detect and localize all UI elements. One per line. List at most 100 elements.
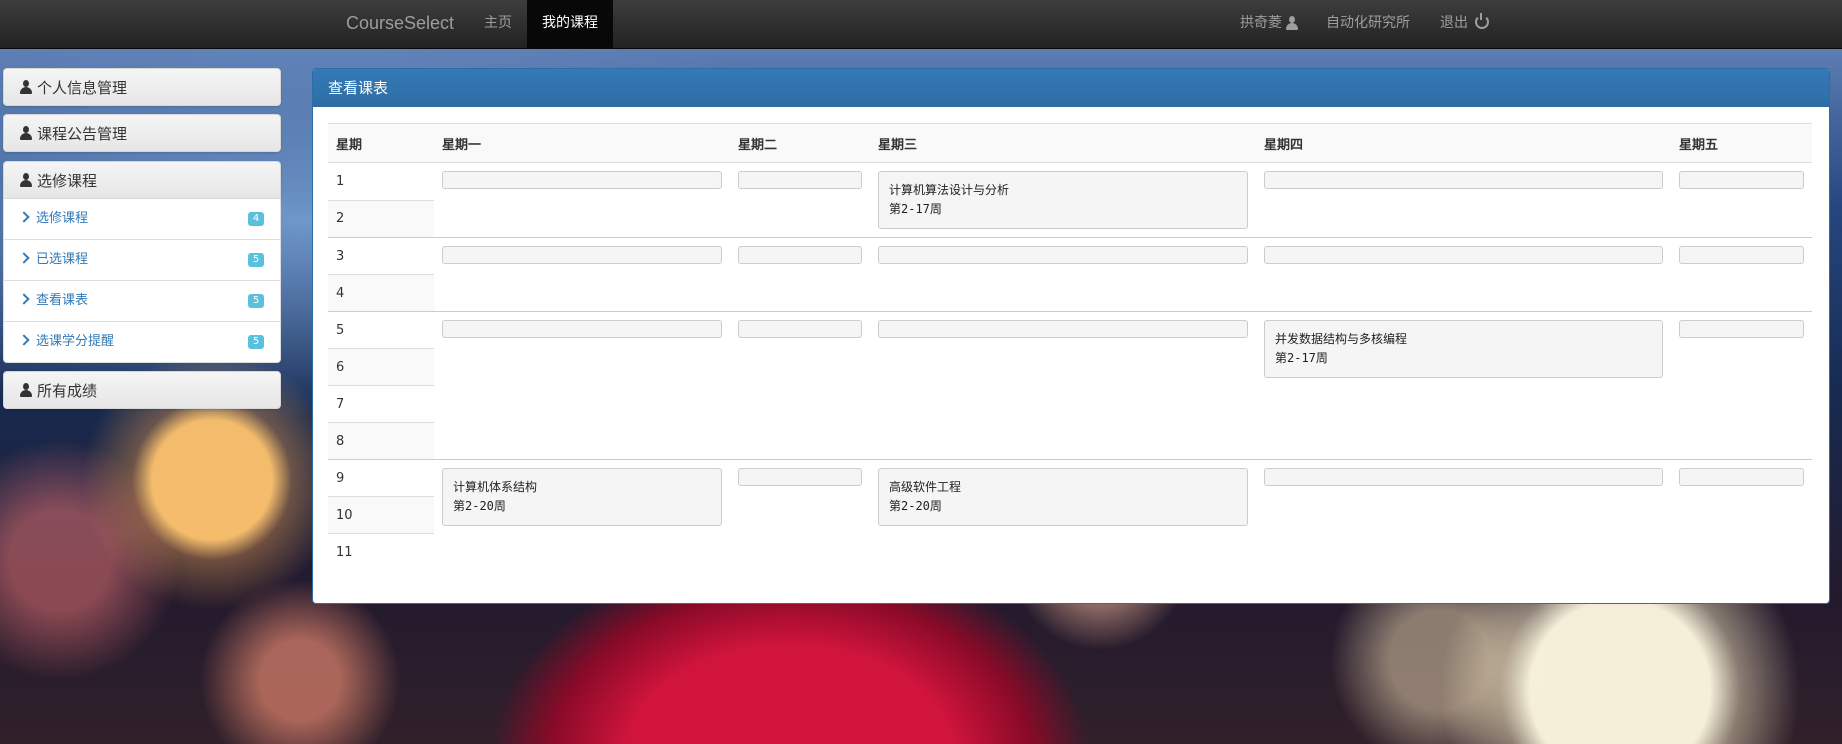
course-slot[interactable]: 计算机算法设计与分析 第2-17周 <box>878 171 1248 229</box>
course-slot[interactable]: 并发数据结构与多核编程 第2-17周 <box>1264 320 1663 378</box>
sidebar-elective-list: 选修课程 4 已选课程 5 查看课表 5 选课学分提醒 5 <box>3 199 281 363</box>
count-badge: 5 <box>248 335 264 349</box>
empty-slot[interactable] <box>1679 320 1804 338</box>
course-slot[interactable]: 高级软件工程 第2-20周 <box>878 468 1248 526</box>
empty-slot[interactable] <box>442 320 722 338</box>
slot-cell <box>1256 237 1671 312</box>
period-number: 4 <box>328 274 434 312</box>
count-badge: 5 <box>248 253 264 267</box>
slot-cell <box>1671 162 1812 238</box>
table-row: 9 计算机体系结构 第2-20周 高级软件工程 第2-20周 <box>328 459 1812 570</box>
column-header: 星期四 <box>1256 123 1671 163</box>
empty-slot[interactable] <box>442 246 722 264</box>
chevron-right-icon <box>18 252 30 264</box>
period-number: 9 <box>328 459 434 497</box>
sidebar-all-grades-label: 所有成绩 <box>37 382 98 400</box>
count-badge: 4 <box>248 212 264 226</box>
slot-cell: 计算机算法设计与分析 第2-17周 <box>870 162 1256 238</box>
course-weeks: 第2-20周 <box>453 499 506 513</box>
column-header: 星期三 <box>870 123 1256 163</box>
period-number: 11 <box>328 533 434 570</box>
empty-slot[interactable] <box>1679 246 1804 264</box>
empty-slot[interactable] <box>738 246 862 264</box>
course-name: 并发数据结构与多核编程 <box>1275 332 1408 346</box>
empty-slot[interactable] <box>738 320 862 338</box>
period-number: 1 <box>328 162 434 200</box>
slot-cell <box>870 237 1256 312</box>
empty-slot[interactable] <box>1264 171 1663 189</box>
column-header: 星期 <box>328 123 434 163</box>
sidebar-personal-info-label: 个人信息管理 <box>37 79 128 97</box>
sidebar-item-timetable[interactable]: 查看课表 5 <box>4 280 280 321</box>
slot-cell <box>1671 459 1812 570</box>
slot-cell: 并发数据结构与多核编程 第2-17周 <box>1256 311 1671 460</box>
brand-link[interactable]: CourseSelect <box>346 0 454 46</box>
period-number: 2 <box>328 199 434 238</box>
nav-logout[interactable]: 退出 <box>1440 0 1490 48</box>
empty-slot[interactable] <box>878 246 1248 264</box>
slot-cell <box>1671 311 1812 460</box>
table-row: 5 并发数据结构与多核编程 第2-17周 <box>328 311 1812 460</box>
course-weeks: 第2-17周 <box>889 202 942 216</box>
empty-slot[interactable] <box>442 171 722 189</box>
slot-cell <box>1256 459 1671 570</box>
course-weeks: 第2-20周 <box>889 499 942 513</box>
course-weeks: 第2-17周 <box>1275 351 1328 365</box>
sidebar-item-elective[interactable]: 选修课程 4 <box>4 199 280 239</box>
sidebar-item-label: 查看课表 <box>36 293 89 308</box>
person-icon <box>20 172 32 187</box>
sidebar-item-selected[interactable]: 已选课程 5 <box>4 239 280 280</box>
period-number: 10 <box>328 496 434 534</box>
panel-title: 查看课表 <box>313 69 1829 107</box>
course-name: 计算机算法设计与分析 <box>889 183 1010 197</box>
period-number: 6 <box>328 348 434 386</box>
user-icon <box>1286 16 1299 30</box>
sidebar-elective-label: 选修课程 <box>37 172 98 190</box>
empty-slot[interactable] <box>738 171 862 189</box>
nav-my-courses[interactable]: 我的课程 <box>527 0 613 48</box>
empty-slot[interactable] <box>1264 468 1663 486</box>
period-number: 7 <box>328 385 434 423</box>
period-number: 8 <box>328 422 434 460</box>
empty-slot[interactable] <box>1679 171 1804 189</box>
slot-cell <box>730 311 870 460</box>
person-icon <box>20 79 32 94</box>
count-badge: 5 <box>248 294 264 308</box>
top-navbar: CourseSelect 主页 我的课程 拱奇菱 自动化研究所 退出 <box>0 0 1842 49</box>
slot-cell <box>870 311 1256 460</box>
slot-cell <box>1671 237 1812 312</box>
sidebar-item-credit-reminder[interactable]: 选课学分提醒 5 <box>4 321 280 362</box>
empty-slot[interactable] <box>1264 246 1663 264</box>
logout-label: 退出 <box>1440 15 1468 31</box>
user-name: 拱奇菱 <box>1240 15 1282 31</box>
empty-slot[interactable] <box>738 468 862 486</box>
nav-home[interactable]: 主页 <box>484 0 512 48</box>
nav-user[interactable]: 拱奇菱 <box>1240 0 1299 48</box>
empty-slot[interactable] <box>1679 468 1804 486</box>
nav-institute[interactable]: 自动化研究所 <box>1326 0 1410 48</box>
timetable: 星期 星期一 星期二 星期三 星期四 星期五 1 计算机算法设计与分析 第2-1… <box>328 123 1812 570</box>
course-slot[interactable]: 计算机体系结构 第2-20周 <box>442 468 722 526</box>
chevron-right-icon <box>18 211 30 223</box>
empty-slot[interactable] <box>878 320 1248 338</box>
sidebar-elective-header[interactable]: 选修课程 <box>3 161 281 199</box>
sidebar-course-notice-label: 课程公告管理 <box>37 125 128 143</box>
power-icon <box>1475 13 1490 29</box>
chevron-right-icon <box>18 334 30 346</box>
slot-cell <box>434 237 730 312</box>
slot-cell <box>730 162 870 238</box>
sidebar-course-notice[interactable]: 课程公告管理 <box>3 114 281 152</box>
sidebar-all-grades[interactable]: 所有成绩 <box>3 371 281 409</box>
table-row: 3 <box>328 237 1812 312</box>
column-header: 星期一 <box>434 123 730 163</box>
slot-cell <box>1256 162 1671 238</box>
sidebar-elective-group: 选修课程 选修课程 4 已选课程 5 查看课表 5 选课学分提醒 5 <box>3 161 281 363</box>
chevron-right-icon <box>18 293 30 305</box>
slot-cell <box>434 311 730 460</box>
sidebar-personal-info[interactable]: 个人信息管理 <box>3 68 281 106</box>
period-number: 3 <box>328 237 434 275</box>
table-row: 1 计算机算法设计与分析 第2-17周 <box>328 162 1812 238</box>
course-name: 高级软件工程 <box>889 480 962 494</box>
slot-cell <box>434 162 730 238</box>
column-header: 星期二 <box>730 123 870 163</box>
